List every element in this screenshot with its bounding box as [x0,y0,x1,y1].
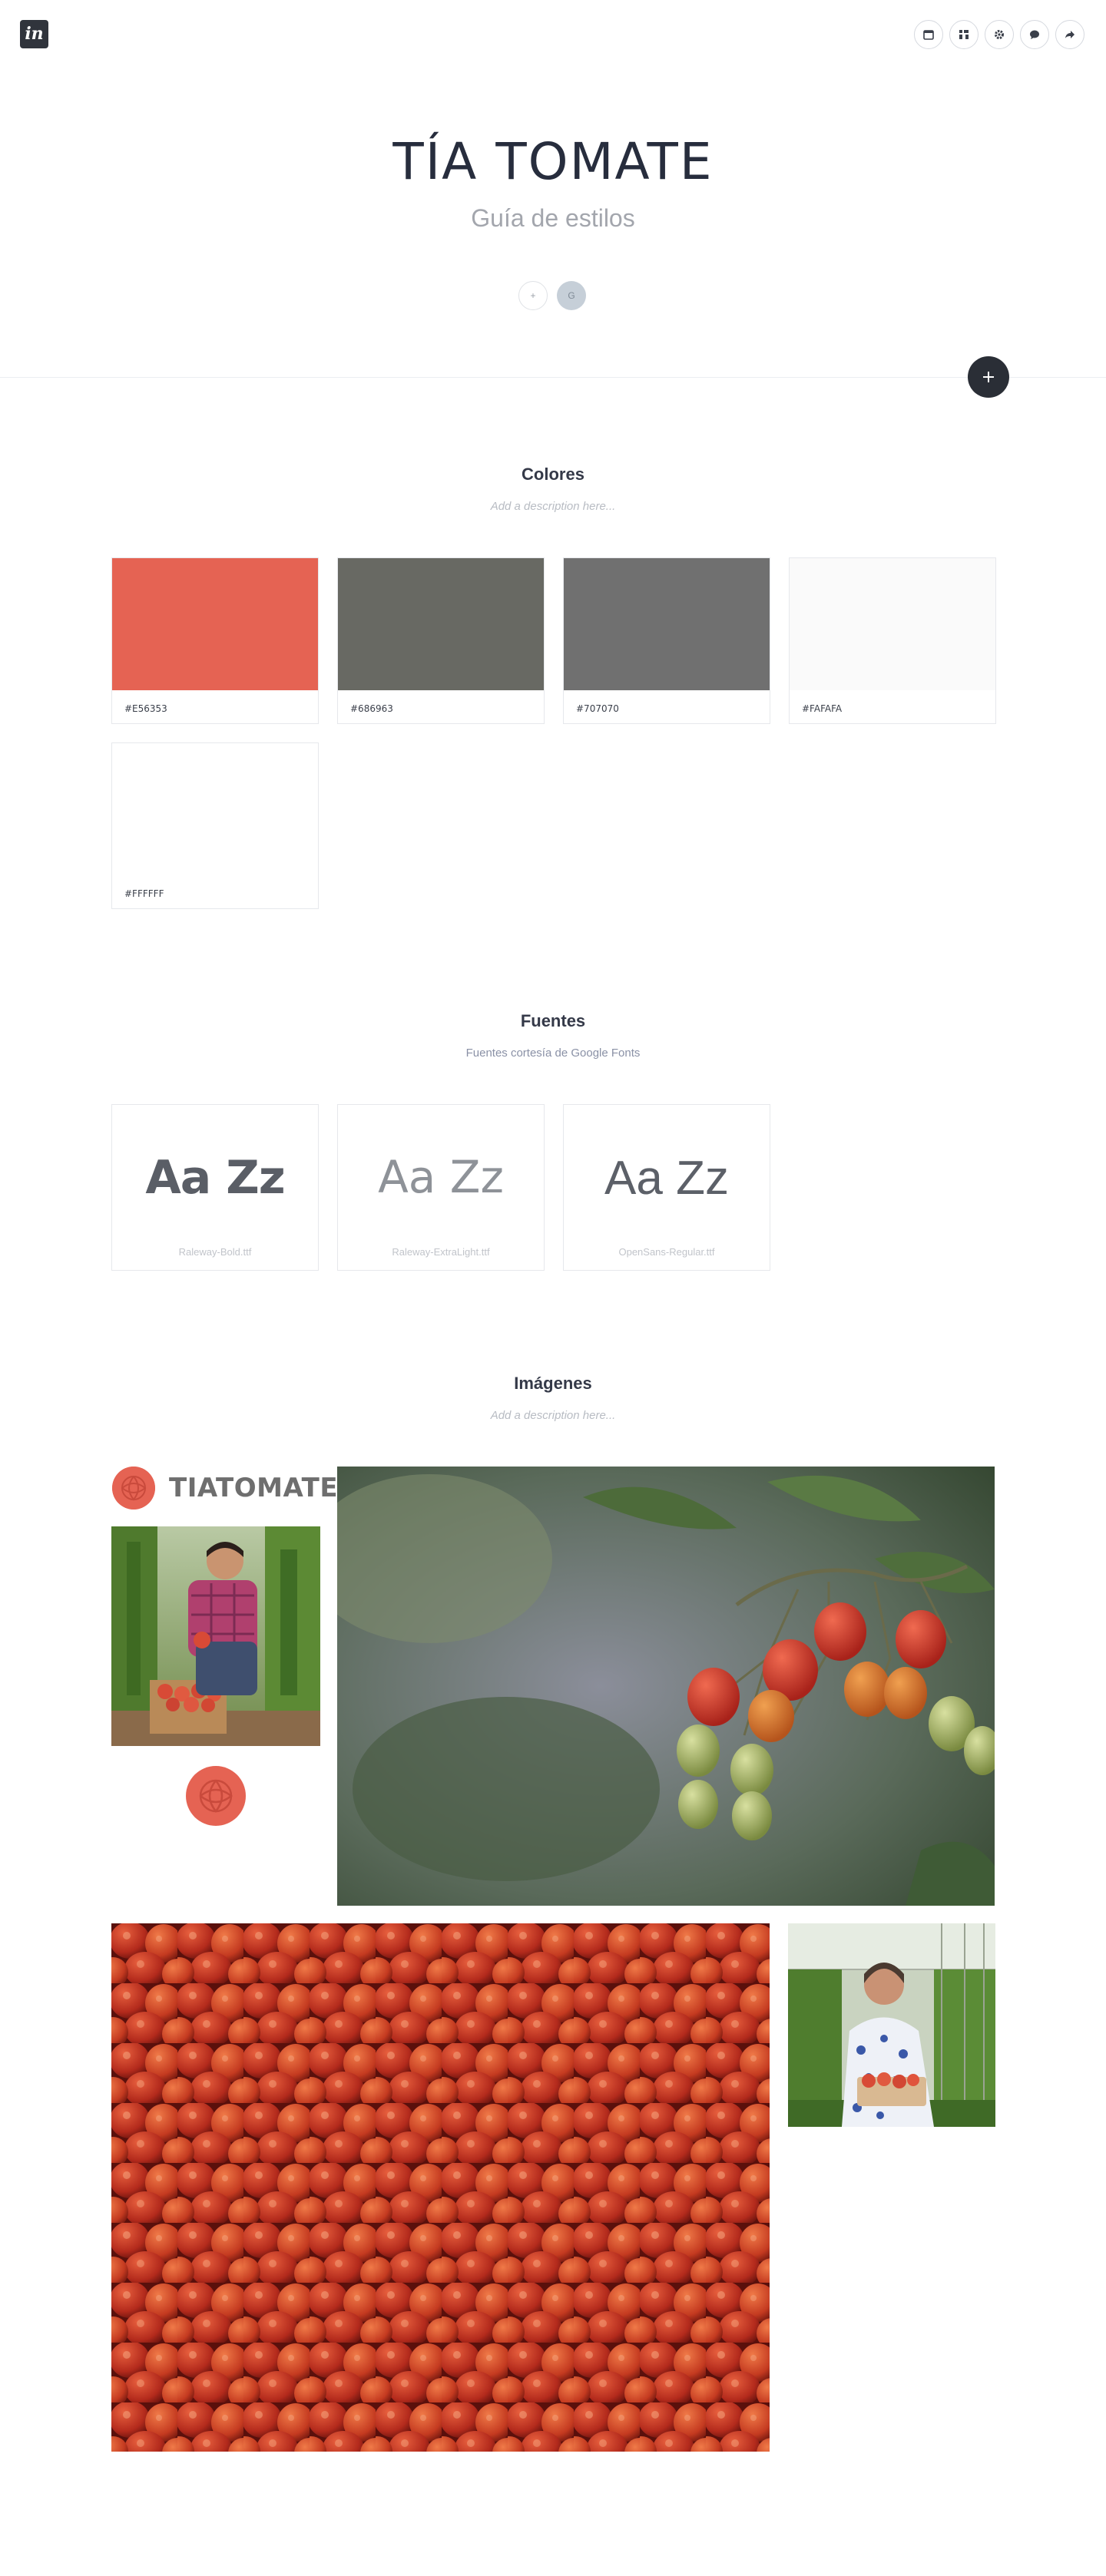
color-swatch-fill [338,558,544,690]
pager-guide-button[interactable]: G [557,281,586,310]
font-sample: Aa Zz [378,1151,504,1203]
color-swatch-label: #FAFAFA [802,703,843,714]
color-swatch-label: #707070 [576,703,619,714]
images-section-description[interactable]: Add a description here... [0,1409,1106,1422]
woman-photo-illustration [788,1923,995,2127]
font-card[interactable]: Aa Zz Raleway-ExtraLight.ttf [337,1104,545,1271]
invision-logo[interactable]: in [20,20,48,48]
font-sample: Aa Zz [604,1152,729,1205]
comments-button[interactable] [1020,20,1049,49]
color-swatch[interactable]: #707070 [563,557,770,724]
color-swatch-label: #686963 [350,703,393,714]
tomato-vine-photo[interactable] [337,1467,995,1906]
fonts-section-title: Fuentes [520,1011,586,1030]
tomato-pile-illustration [111,1923,770,2452]
settings-button[interactable] [985,20,1014,49]
top-actions [914,20,1084,49]
tomato-vine-illustration [337,1467,995,1906]
add-section-button[interactable] [968,356,1009,398]
share-button[interactable] [1055,20,1084,49]
colors-section-title: Colores [522,465,584,484]
farmer-photo[interactable] [111,1526,320,1746]
gear-icon [995,30,1004,39]
font-file-name: Raleway-Bold.ttf [178,1246,252,1258]
color-swatch[interactable]: #E56353 [111,557,319,724]
grid-icon [959,30,969,39]
font-file-name: OpenSans-Regular.ttf [618,1246,715,1258]
colors-section-description[interactable]: Add a description here... [0,500,1106,513]
share-icon [1065,31,1075,38]
tomato-pile-photo[interactable] [111,1923,770,2452]
brand-logo-text: TIATOMATE [169,1473,339,1503]
page-title: TÍA TOMATE [392,132,714,191]
font-card[interactable]: Aa Zz Raleway-Bold.ttf [111,1104,319,1271]
tomato-mark-image[interactable] [186,1766,246,1826]
farmer-photo-illustration [111,1526,320,1746]
color-swatch[interactable]: #FAFAFA [789,557,996,724]
color-swatch-fill [112,558,318,690]
plus-icon [983,372,994,382]
page-subtitle: Guía de estilos [471,204,635,232]
header-divider [0,377,1106,378]
calendar-button[interactable] [914,20,943,49]
pager-add-button[interactable]: + [518,281,548,310]
font-file-name: Raleway-ExtraLight.ttf [392,1246,490,1258]
fonts-section-description[interactable]: Fuentes cortesía de Google Fonts [0,1047,1106,1060]
brand-logo-image[interactable]: TIATOMATE [112,1467,338,1510]
comment-icon [1030,30,1039,39]
calendar-icon [923,30,934,40]
color-swatch-label: #E56353 [124,703,167,714]
color-swatch[interactable]: #686963 [337,557,545,724]
color-swatch-fill [790,558,995,690]
header-pager: + G [518,281,586,310]
color-swatch-label: #FFFFFF [124,888,164,899]
color-swatch[interactable]: #FFFFFF [111,742,319,909]
woman-photo[interactable] [788,1923,995,2127]
font-card[interactable]: Aa Zz OpenSans-Regular.ttf [563,1104,770,1271]
tomato-logo-icon [112,1467,155,1510]
font-sample: Aa Zz [145,1151,285,1205]
grid-button[interactable] [949,20,979,49]
color-swatch-fill [564,558,770,690]
images-section-title: Imágenes [514,1374,592,1393]
color-swatch-fill [112,743,318,875]
